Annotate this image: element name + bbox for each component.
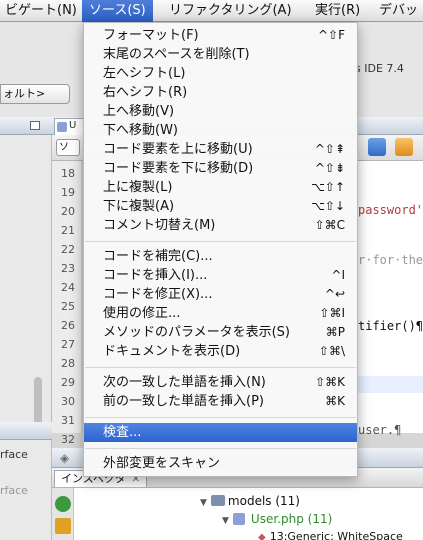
menu-run[interactable]: 実行(R) xyxy=(308,0,367,22)
line-number: 21 xyxy=(61,224,75,237)
menu-source[interactable]: ソース(S) xyxy=(82,0,153,22)
config-combo[interactable]: ォルト> xyxy=(0,84,70,104)
code-fragment: user.¶ xyxy=(358,423,402,437)
code-fragment: r·for·the xyxy=(358,253,423,267)
line-number: 18 xyxy=(61,167,75,180)
line-number: 29 xyxy=(61,376,75,389)
menu-item-insert-code[interactable]: コードを挿入(I)... ^I xyxy=(84,266,357,285)
line-number: 27 xyxy=(61,338,75,351)
menu-item-complete-code[interactable]: コードを補完(C)... xyxy=(84,247,357,266)
navigator-item[interactable]: rface xyxy=(0,484,28,497)
menu-refactor[interactable]: リファクタリング(A) xyxy=(162,0,299,22)
menu-item-inspect[interactable]: 検査... xyxy=(84,423,357,442)
macro-icon[interactable] xyxy=(395,138,413,156)
projects-panel-header xyxy=(0,117,52,135)
tree-node-user-php[interactable]: ▼ User.php (11) xyxy=(222,512,332,526)
issue-icon: ◆ xyxy=(258,532,266,540)
menu-separator xyxy=(85,448,356,449)
editor-tab-label: U xyxy=(69,120,77,131)
navigator-panel-header xyxy=(0,422,52,440)
menu-item-scan-external-changes[interactable]: 外部変更をスキャン xyxy=(84,454,357,473)
menu-debug[interactable]: デバッ xyxy=(372,0,423,22)
menu-item-show-documentation[interactable]: ドキュメントを表示(D) ⇧⌘\ xyxy=(84,342,357,361)
line-number: 19 xyxy=(61,186,75,199)
line-number: 24 xyxy=(61,281,75,294)
tree-node-models[interactable]: ▼ models (11) xyxy=(200,494,300,508)
projects-panel xyxy=(0,117,52,447)
window-title: s IDE 7.4 xyxy=(355,62,404,75)
up-icon[interactable] xyxy=(55,518,71,534)
menu-item-shift-left[interactable]: 左へシフト(L) xyxy=(84,64,357,83)
menu-separator xyxy=(85,367,356,368)
menu-item-move-up[interactable]: 上へ移動(V) xyxy=(84,102,357,121)
tree-node-label: User.php (11) xyxy=(250,512,333,526)
tree-node-issue[interactable]: ◆ 13:Generic: WhiteSpace xyxy=(258,530,403,540)
expand-triangle-icon[interactable]: ▼ xyxy=(200,498,207,508)
menu-item-toggle-comment[interactable]: コメント切替え(M) ⇧⌘C xyxy=(84,216,357,235)
line-number: 32 xyxy=(61,433,75,446)
menu-item-duplicate-up[interactable]: 上に複製(L) ⌥⇧↑ xyxy=(84,178,357,197)
line-number: 26 xyxy=(61,319,75,332)
maximize-icon[interactable] xyxy=(30,121,40,130)
php-file-icon xyxy=(232,513,245,525)
menu-item-show-method-params[interactable]: メソッドのパラメータを表示(S) ⌘P xyxy=(84,323,357,342)
menu-bar: ビゲート(N) ソース(S) リファクタリング(A) 実行(R) デバッ xyxy=(0,0,423,22)
line-number: 30 xyxy=(61,395,75,408)
shift-icon[interactable] xyxy=(368,138,386,156)
menu-separator xyxy=(85,417,356,418)
menu-item-format[interactable]: フォーマット(F) ^⇧F xyxy=(84,26,357,45)
navigator-panel: rface rface xyxy=(0,422,52,540)
menu-item-insert-prev-match[interactable]: 前の一致した単語を挿入(P) ⌘K xyxy=(84,392,357,411)
menu-item-move-down[interactable]: 下へ移動(W) xyxy=(84,121,357,140)
source-view-button[interactable]: ソ xyxy=(56,139,80,156)
line-number: 31 xyxy=(61,414,75,427)
menu-item-shift-right[interactable]: 右へシフト(R) xyxy=(84,83,357,102)
menu-item-move-element-up[interactable]: コード要素を上に移動(U) ^⇧⇞ xyxy=(84,140,357,159)
menu-navigate[interactable]: ビゲート(N) xyxy=(0,0,84,22)
menu-item-remove-trailing-spaces[interactable]: 末尾のスペースを削除(T) xyxy=(84,45,357,64)
line-number: 22 xyxy=(61,243,75,256)
tree-node-label: models (11) xyxy=(227,494,300,508)
php-file-icon xyxy=(57,122,67,132)
tree-node-label: 13:Generic: WhiteSpace xyxy=(269,530,403,540)
code-fragment: password' xyxy=(358,203,423,217)
menu-item-insert-next-match[interactable]: 次の一致した単語を挿入(N) ⇧⌘K xyxy=(84,373,357,392)
output-icon[interactable]: ◈ xyxy=(60,451,69,465)
menu-item-move-element-down[interactable]: コード要素を下に移動(D) ^⇧⇟ xyxy=(84,159,357,178)
expand-triangle-icon[interactable]: ▼ xyxy=(222,516,229,526)
menu-item-duplicate-down[interactable]: 下に複製(A) ⌥⇧↓ xyxy=(84,197,357,216)
line-number: 20 xyxy=(61,205,75,218)
menu-item-fix-uses[interactable]: 使用の修正... ⇧⌘I xyxy=(84,304,357,323)
line-gutter: 18 19 20 21 22 23 24 25 26 27 28 29 30 3… xyxy=(52,161,82,495)
inspector-side-toolbar xyxy=(52,488,74,540)
menu-item-fix-code[interactable]: コードを修正(X)... ^↩ xyxy=(84,285,357,304)
code-fragment: tifier()¶ xyxy=(358,319,423,333)
refresh-icon[interactable] xyxy=(55,496,71,512)
line-number: 23 xyxy=(61,262,75,275)
menu-separator xyxy=(85,241,356,242)
folder-icon xyxy=(210,495,225,506)
line-number: 28 xyxy=(61,357,75,370)
source-menu: フォーマット(F) ^⇧F 末尾のスペースを削除(T) 左へシフト(L) 右へシフ… xyxy=(83,22,358,477)
navigator-item[interactable]: rface xyxy=(0,448,28,461)
line-number: 25 xyxy=(61,300,75,313)
editor-tab-user-php[interactable]: U xyxy=(54,118,84,135)
